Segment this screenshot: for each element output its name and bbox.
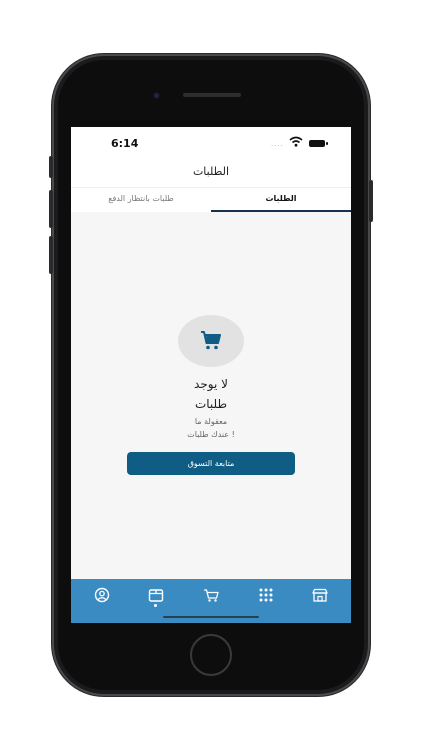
empty-title-line1: لا يوجد (194, 377, 228, 391)
active-tab-indicator (154, 604, 157, 607)
wifi-icon (289, 136, 303, 147)
status-time: 6:14 (111, 137, 139, 150)
empty-subtitle-line1: معقولة ما (194, 417, 228, 426)
volume-up-button[interactable] (49, 190, 53, 228)
store-icon[interactable] (310, 587, 330, 603)
tab-pending-payment[interactable]: طلبات بانتظار الدفع (71, 188, 211, 212)
header: الطلبات (71, 159, 351, 187)
home-button[interactable] (190, 634, 232, 676)
status-bar: 6:14 .... (71, 127, 351, 159)
home-indicator (163, 616, 259, 618)
volume-down-button[interactable] (49, 236, 53, 274)
orders-icon[interactable] (146, 587, 166, 603)
cart-icon[interactable] (201, 587, 221, 603)
profile-icon[interactable] (92, 587, 112, 603)
tab-bar: طلبات بانتظار الدفع الطلبات (71, 187, 351, 212)
page-title: الطلبات (192, 165, 230, 178)
app-screen: 6:14 .... الطلبات طلبات بانتظار الدفع ال… (71, 127, 351, 623)
apps-icon[interactable] (256, 587, 276, 603)
mute-switch[interactable] (49, 156, 53, 178)
battery-icon (309, 140, 328, 147)
empty-cart-badge (178, 315, 244, 367)
empty-title-line2: طلبات (194, 397, 228, 411)
front-camera (153, 92, 160, 99)
continue-shopping-button[interactable]: متابعة التسوق (127, 452, 295, 475)
signal-indicator: .... (271, 140, 284, 148)
cart-icon (201, 331, 221, 350)
tab-orders[interactable]: الطلبات (211, 188, 351, 212)
empty-subtitle-line2: عندك طلبات ! (187, 430, 235, 439)
power-button[interactable] (369, 180, 373, 222)
earpiece-speaker (183, 93, 241, 97)
